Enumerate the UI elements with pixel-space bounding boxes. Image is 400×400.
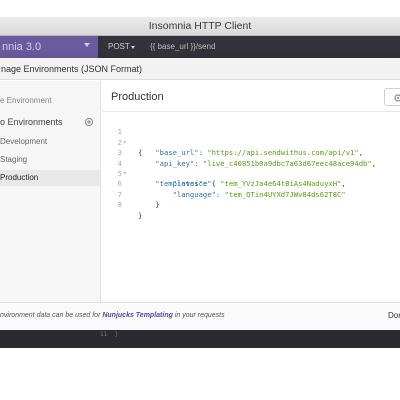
sidebar-item-staging[interactable]: Staging <box>0 152 100 168</box>
json-code-editor[interactable]: 1 ▾ { 2 "base_url": "https://api.sendwit… <box>102 117 400 219</box>
code-text: } <box>138 210 143 220</box>
editor-divider <box>102 111 400 112</box>
manage-environments-modal: nage Environments (JSON Format) e Enviro… <box>0 58 400 330</box>
modal-footer: nvironment data can be used for Nunjucks… <box>0 302 400 330</box>
code-line: 2 "base_url": "https://api.sendwithus.co… <box>102 127 400 157</box>
gear-icon <box>394 94 400 102</box>
code-line: 7 } <box>102 179 400 209</box>
app-window: Insomnia HTTP Client nnia 3.0 POST {{ ba… <box>0 0 400 400</box>
background-line-number: 11 <box>100 331 108 338</box>
environment-settings-button[interactable] <box>384 88 400 106</box>
modal-title: nage Environments (JSON Format) <box>0 58 400 80</box>
footer-note: nvironment data can be used for Nunjucks… <box>0 312 225 319</box>
code-line: 4 ▾ "templates": { <box>102 148 400 189</box>
code-line: 8 } <box>102 190 400 219</box>
footer-note-suffix: in your requests <box>172 312 225 319</box>
base-environment-item[interactable]: e Environment <box>0 96 52 105</box>
workspace-dropdown[interactable]: nnia 3.0 <box>0 36 98 58</box>
background-code: 11 } <box>100 330 118 339</box>
done-button[interactable]: Dor <box>388 311 400 320</box>
chevron-down-icon <box>84 43 90 47</box>
code-line: 3 "api_key": "live_c40851b0a9dbc7a63d67e… <box>102 138 400 167</box>
method-dropdown[interactable]: POST <box>108 36 130 58</box>
environments-sidebar: e Environment o Environments Development… <box>0 81 101 302</box>
code-line: 1 ▾ { <box>102 117 400 157</box>
window-title: Insomnia HTTP Client <box>0 17 400 36</box>
sidebar-item-production[interactable]: Production <box>0 170 100 186</box>
code-line: 6 "language": "tem_QTin4UYXd7JWv84ds62T8… <box>102 169 400 198</box>
sidebar-item-development[interactable]: Development <box>0 134 100 150</box>
footer-note-prefix: nvironment data can be used for <box>0 312 103 319</box>
response-panel-backdrop <box>0 330 400 348</box>
sub-environments-heading: o Environments <box>0 117 63 127</box>
environment-name[interactable]: Production <box>111 91 164 103</box>
plus-circle-icon[interactable] <box>84 117 94 127</box>
code-line: 5 "invoice": "tem_YVzJa4e64tBiAs4NaduyxH… <box>102 159 400 188</box>
background-code-text: } <box>114 331 119 338</box>
url-input[interactable]: {{ base_url }}/send <box>150 36 215 58</box>
chevron-down-icon <box>131 46 135 49</box>
line-number: 8 <box>117 200 122 210</box>
environment-editor: Production 1 ▾ { 2 "base_url": "https://… <box>102 81 400 302</box>
nunjucks-templating-link[interactable]: Nunjucks Templating <box>102 312 173 319</box>
